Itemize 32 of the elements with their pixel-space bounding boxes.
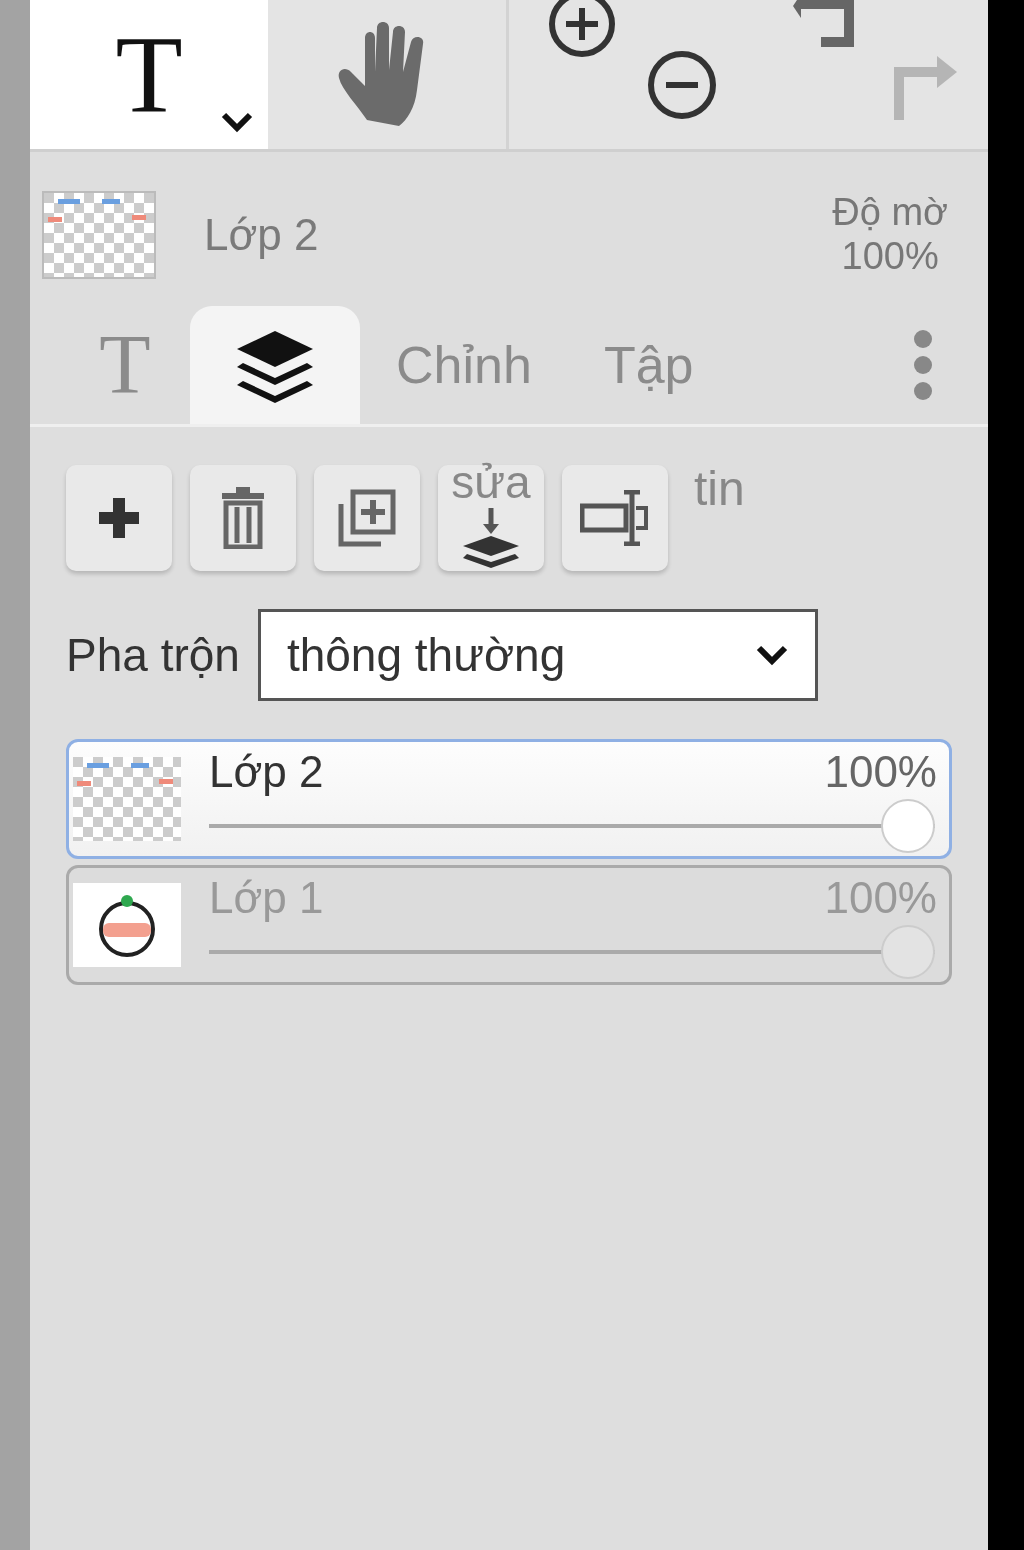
add-layer-button[interactable] [66, 465, 172, 571]
blend-mode-select[interactable]: thông thường [257, 609, 818, 701]
slider-thumb[interactable] [881, 799, 935, 854]
slider-thumb[interactable] [881, 925, 935, 980]
text-tab[interactable]: T [60, 306, 190, 424]
opacity-label: Độ mờ [832, 190, 948, 235]
trash-icon [220, 487, 266, 549]
text-tool[interactable]: T [30, 0, 268, 149]
rename-layer-button[interactable] [562, 465, 668, 571]
caret-icon [220, 110, 254, 133]
merge-down-icon [461, 508, 521, 568]
delete-layer-button[interactable] [190, 465, 296, 571]
layer-row[interactable]: Lớp 2 100% [66, 739, 952, 859]
layer-name: Lớp 2 [209, 748, 324, 797]
caret-icon [754, 644, 789, 666]
opacity-value: 100% [824, 874, 937, 923]
layer-row[interactable]: Lớp 1 100% [66, 865, 952, 985]
label-fragment: tin [694, 465, 745, 513]
more-icon [912, 329, 934, 401]
blend-label: Pha trộn [66, 627, 240, 683]
layers-tab[interactable] [190, 306, 360, 424]
rename-icon [580, 490, 650, 546]
opacity-value: 100% [824, 748, 937, 797]
duplicate-icon [337, 488, 397, 548]
opacity-value: 100% [840, 234, 940, 279]
layer-name: Lớp 2 [204, 208, 319, 261]
add-icon [97, 496, 141, 540]
duplicate-layer-button[interactable] [314, 465, 420, 571]
tab[interactable]: Tập [567, 306, 730, 424]
zoom-out-icon[interactable] [645, 48, 719, 122]
tab[interactable]: Chỉnh [360, 306, 568, 424]
layer-name: Lớp 1 [209, 874, 324, 923]
